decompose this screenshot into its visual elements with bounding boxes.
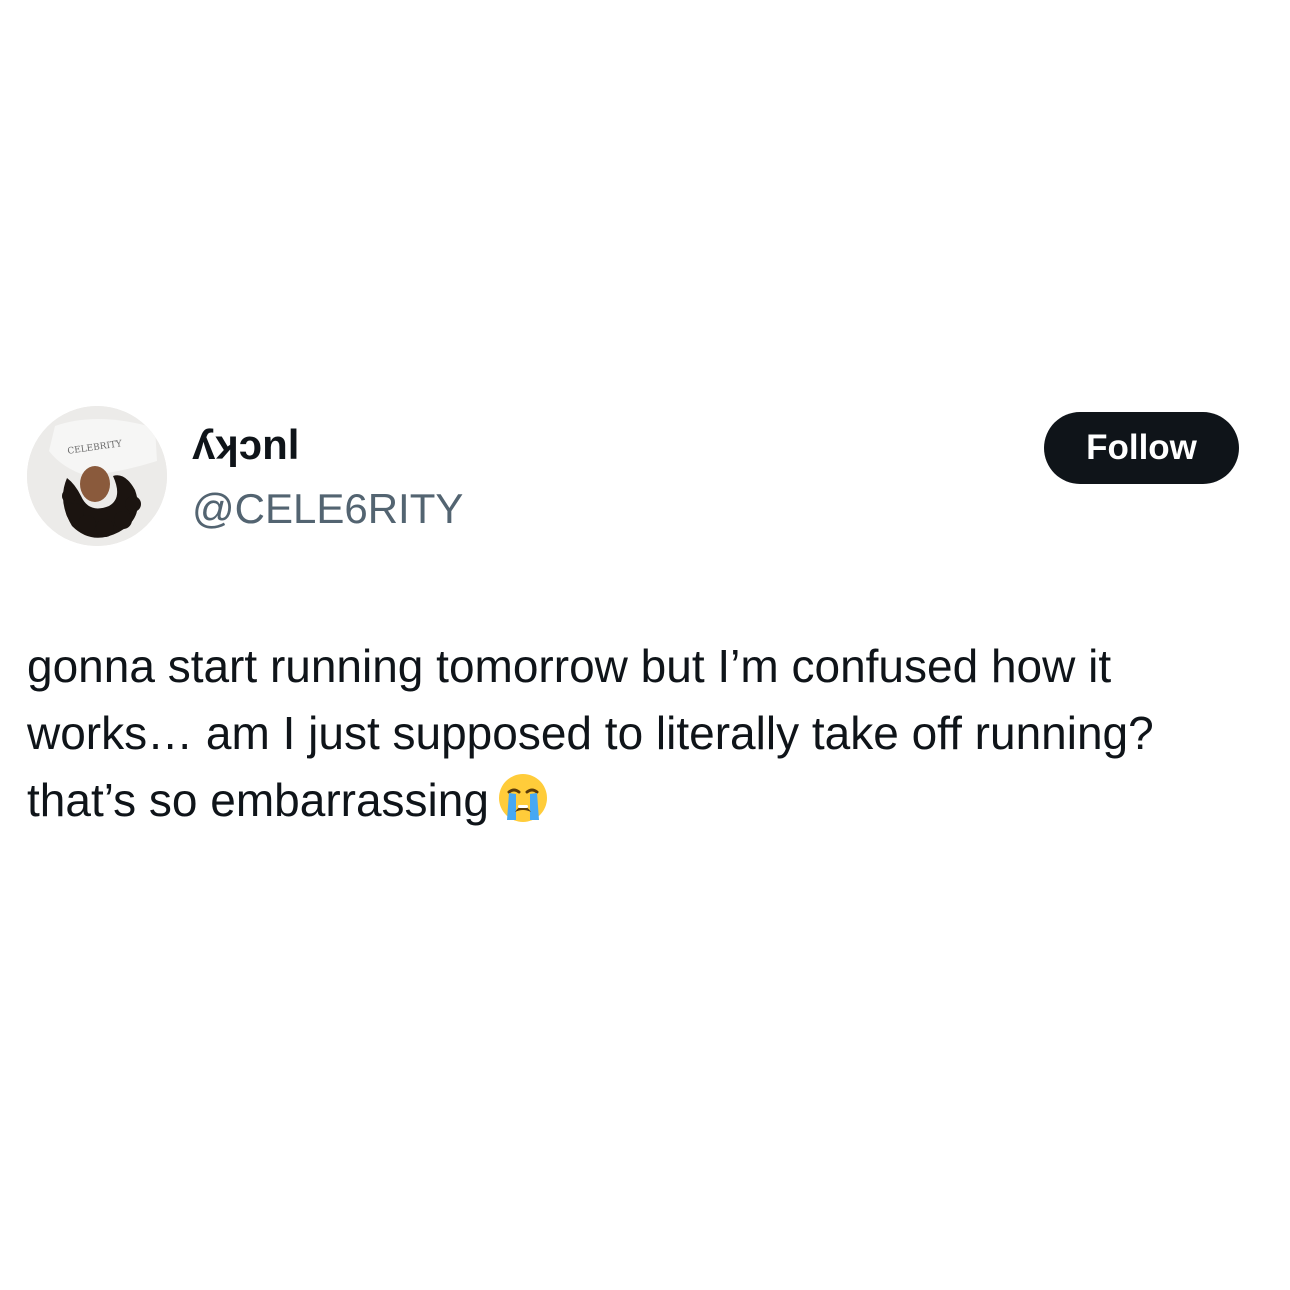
loudly-crying-face-icon xyxy=(497,772,549,824)
tweet-card: CELEBRITY ʎʞɔnl @CELE6RITY Follow gonna … xyxy=(0,0,1290,1290)
user-handle[interactable]: @CELE6RITY xyxy=(192,484,463,534)
tweet-body: gonna start running tomorrow but I’m con… xyxy=(27,640,1154,826)
avatar-image: CELEBRITY xyxy=(27,406,167,546)
follow-button[interactable]: Follow xyxy=(1044,412,1239,484)
display-name[interactable]: ʎʞɔnl xyxy=(192,420,299,470)
tweet-text: gonna start running tomorrow but I’m con… xyxy=(27,633,1247,834)
avatar[interactable]: CELEBRITY xyxy=(27,406,167,546)
